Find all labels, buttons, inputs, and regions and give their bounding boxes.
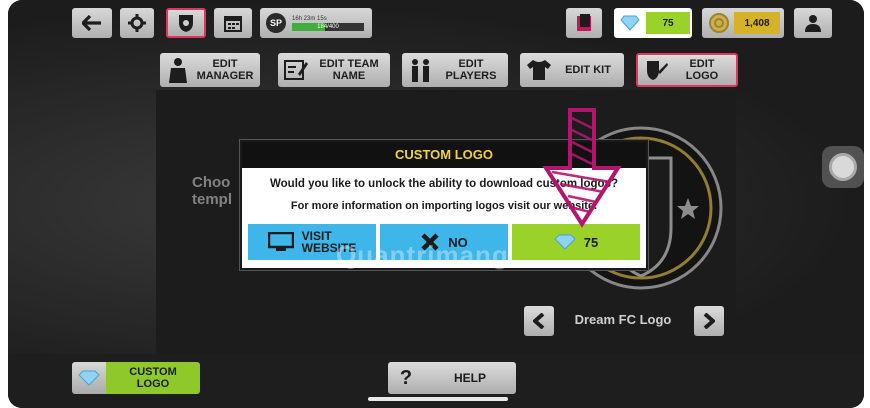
gem-icon	[620, 15, 640, 31]
calendar-icon	[224, 16, 242, 32]
calendar-button[interactable]	[214, 8, 252, 38]
sp-icon: SP	[266, 13, 286, 33]
sp-indicator[interactable]: SP 16h 23m 15s 184/400	[260, 8, 372, 38]
prev-logo-button[interactable]	[524, 306, 554, 336]
tab-edit-kit[interactable]: EDIT KIT	[520, 53, 624, 87]
gem-icon-container	[72, 362, 106, 394]
chevron-right-icon	[703, 313, 715, 329]
sp-progress-text: 184/400	[317, 23, 339, 30]
logo-name-label: Dream FC Logo	[574, 312, 672, 327]
settings-button[interactable]	[120, 8, 154, 38]
tab-edit-manager[interactable]: EDIT MANAGER	[160, 53, 260, 87]
players-icon	[412, 59, 429, 82]
coin-count: 1,408	[734, 12, 780, 34]
watermark: Quantrimang	[336, 240, 509, 270]
user-icon	[805, 15, 821, 32]
coin-icon	[709, 13, 729, 33]
back-arrow-icon	[82, 15, 101, 31]
tab-edit-logo[interactable]: EDIT LOGO	[636, 53, 738, 87]
gear-icon	[128, 14, 146, 32]
back-button[interactable]	[72, 8, 112, 38]
help-label: HELP	[453, 371, 486, 385]
assistive-touch-button[interactable]	[822, 146, 864, 188]
coin-balance[interactable]: 1,408	[702, 8, 784, 38]
help-button[interactable]: ? HELP	[388, 362, 516, 394]
custom-logo-label: CUSTOM LOGO	[106, 362, 200, 394]
question-icon: ?	[399, 366, 413, 389]
tab-edit-players[interactable]: EDIT PLAYERS	[402, 53, 508, 87]
tab-label: EDIT PLAYERS	[445, 58, 497, 82]
assistive-touch-icon	[829, 153, 857, 181]
tab-edit-team-name[interactable]: EDIT TEAM NAME	[278, 53, 390, 87]
logo-brush-icon	[647, 61, 668, 80]
next-logo-button[interactable]	[694, 306, 724, 336]
manager-icon	[169, 58, 187, 83]
sp-timer: 16h 23m 15s	[292, 15, 327, 22]
club-crest-icon	[179, 15, 193, 32]
gem-icon	[78, 370, 100, 386]
gem-count: 75	[646, 12, 690, 34]
cards-icon	[577, 14, 591, 31]
tab-label: EDIT MANAGER	[196, 58, 254, 82]
gem-balance[interactable]: 75	[614, 8, 692, 38]
kit-icon	[527, 60, 551, 80]
sp-progress-bar: 184/400	[292, 22, 364, 31]
gem-price: 75	[583, 234, 599, 250]
club-button[interactable]	[166, 8, 206, 38]
edit-name-icon	[284, 60, 308, 80]
tab-label: EDIT LOGO	[685, 58, 719, 82]
chevron-left-icon	[533, 313, 545, 329]
hint-arrow-icon	[542, 108, 622, 228]
buy-with-gems-button[interactable]: 75	[512, 224, 640, 260]
gem-icon	[554, 234, 576, 250]
monitor-icon	[267, 232, 294, 251]
home-indicator[interactable]	[368, 397, 508, 401]
cards-button[interactable]	[566, 8, 602, 38]
tab-label: EDIT TEAM NAME	[319, 58, 379, 82]
profile-button[interactable]	[794, 8, 832, 38]
custom-logo-button[interactable]: CUSTOM LOGO	[72, 362, 200, 394]
tab-label: EDIT KIT	[565, 64, 611, 76]
